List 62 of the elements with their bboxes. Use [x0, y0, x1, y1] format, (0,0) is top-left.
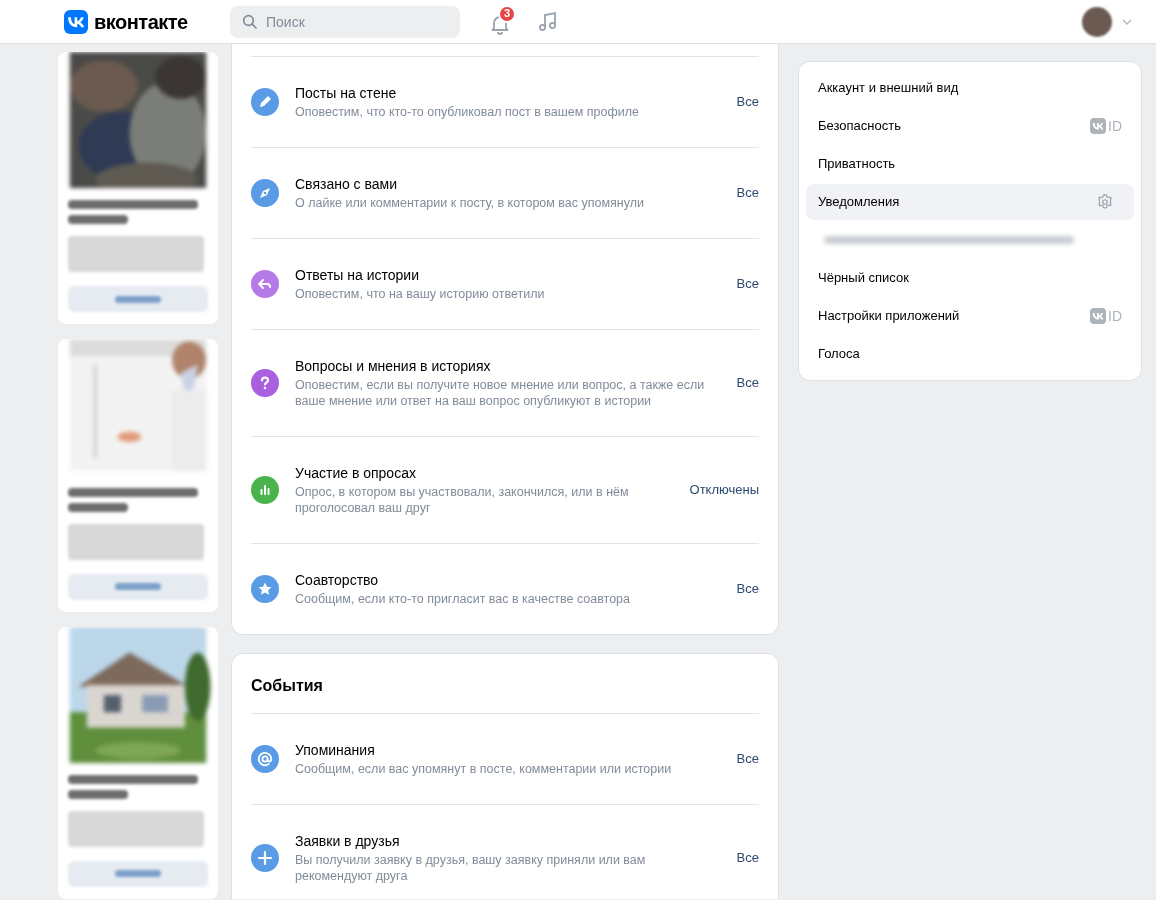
setting-value[interactable]: Все: [736, 373, 759, 393]
menu-item-label: Настройки приложений: [818, 307, 960, 326]
notification-badge: 3: [498, 4, 516, 23]
notification-setting-row[interactable]: Ответы на истории Оповестим, что на вашу историю ответили Все: [251, 238, 759, 329]
setting-value[interactable]: Все: [736, 749, 759, 769]
blurred-button[interactable]: [68, 573, 208, 600]
setting-title: Соавторство: [295, 571, 380, 589]
id-label: ID: [1108, 306, 1122, 326]
avatar[interactable]: [1082, 6, 1112, 37]
notification-setting-row[interactable]: Заявки в друзья Вы получили заявку в друзья, вашу заявку приняли или вам рекомендуют друга Все: [251, 804, 759, 899]
chevron-down-icon[interactable]: [1122, 18, 1132, 25]
setting-title: Упоминания: [295, 741, 376, 759]
setting-title: Ответы на истории: [295, 266, 420, 284]
setting-description: О лайке или комментарии к посту, в котором вас упомянули: [295, 195, 645, 211]
menu-item-label: Голоса: [818, 345, 860, 364]
notification-setting-row[interactable]: Связано с вами О лайке или комментарии к посту, в котором вас упомянули Все: [251, 147, 759, 238]
setting-title: Заявки в друзья: [295, 832, 401, 850]
setting-title: Вопросы и мнения в историях: [295, 357, 492, 375]
ad-card[interactable]: [58, 626, 218, 899]
logo-text[interactable]: вконтакте: [94, 6, 188, 37]
setting-value[interactable]: Все: [736, 274, 759, 294]
vk-logo-icon: [1090, 118, 1106, 134]
setting-title: Посты на стене: [295, 84, 398, 102]
setting-description: Оповестим, что на вашу историю ответили: [295, 286, 546, 302]
blurred-button[interactable]: [68, 286, 208, 313]
setting-title: Участие в опросах: [295, 464, 417, 482]
setting-description: Вы получили заявку в друзья, вашу заявку приняли или вам рекомендуют друга: [295, 852, 647, 884]
notification-setting-row[interactable]: Вопросы и мнения в историях Оповестим, если вы получите новое мнение или вопрос, а также если ваше мнение или ответ на ваш вопрос опубликуют в истории Все: [251, 329, 759, 436]
settings-icon[interactable]: [1096, 193, 1114, 211]
setting-description: Сообщим, если кто-то пригласит вас в качестве соавтора: [295, 591, 631, 607]
notification-setting-row[interactable]: Упоминания Сообщим, если вас упомянут в посте, комментарии или истории Все: [251, 713, 759, 804]
setting-value[interactable]: Все: [736, 848, 759, 868]
menu-item-label: Уведомления: [818, 193, 900, 212]
setting-description: Оповестим, если вы получите новое мнение или вопрос, а также если ваше мнение или ответ на ваш вопрос опубликуют в истории: [295, 377, 706, 409]
setting-value[interactable]: Все: [736, 183, 759, 203]
blurred-title: [68, 502, 128, 512]
setting-description: Опрос, в котором вы участвовали, закончился, или в нём проголосовал ваш друг: [295, 484, 630, 516]
setting-value[interactable]: Все: [736, 579, 759, 599]
setting-value[interactable]: Отключены: [689, 480, 759, 500]
notification-setting-row[interactable]: Участие в опросах Опрос, в котором вы участвовали, закончился, или в нём проголосовал ваш друг Отключены: [251, 436, 759, 543]
menu-item-label: Безопасность: [818, 117, 901, 136]
search-icon: [242, 13, 258, 30]
notification-setting-row[interactable]: Посты на стене Оповестим, что кто-то опубликовал пост в вашем профиле Все: [251, 56, 759, 147]
settings-menu-item[interactable]: Уведомления: [806, 184, 1134, 220]
notifications-button[interactable]: 3: [488, 7, 512, 36]
id-label: ID: [1108, 116, 1122, 136]
section-title: События: [251, 676, 324, 696]
menu-item-label: Чёрный список: [818, 269, 909, 288]
setting-description: Оповестим, что кто-то опубликовал пост в вашем профиле: [295, 104, 640, 120]
menu-item-label: Аккаунт и внешний вид: [818, 79, 959, 98]
blurred-title: [68, 790, 128, 799]
logo-icon[interactable]: [64, 9, 88, 34]
search-field[interactable]: Поиск: [230, 5, 460, 38]
vk-logo-icon: [1090, 308, 1106, 324]
notification-setting-row[interactable]: Соавторство Сообщим, если кто-то пригласит вас в качестве соавтора Все: [251, 543, 759, 634]
ad-card[interactable]: [58, 52, 218, 325]
blurred-title: [68, 215, 128, 225]
setting-title: Связано с вами: [295, 175, 398, 193]
setting-value[interactable]: Все: [736, 92, 759, 112]
menu-item-label: Приватность: [818, 155, 896, 174]
setting-description: Сообщим, если вас упомянут в посте, комментарии или истории: [295, 761, 673, 777]
blurred-button[interactable]: [68, 861, 208, 887]
